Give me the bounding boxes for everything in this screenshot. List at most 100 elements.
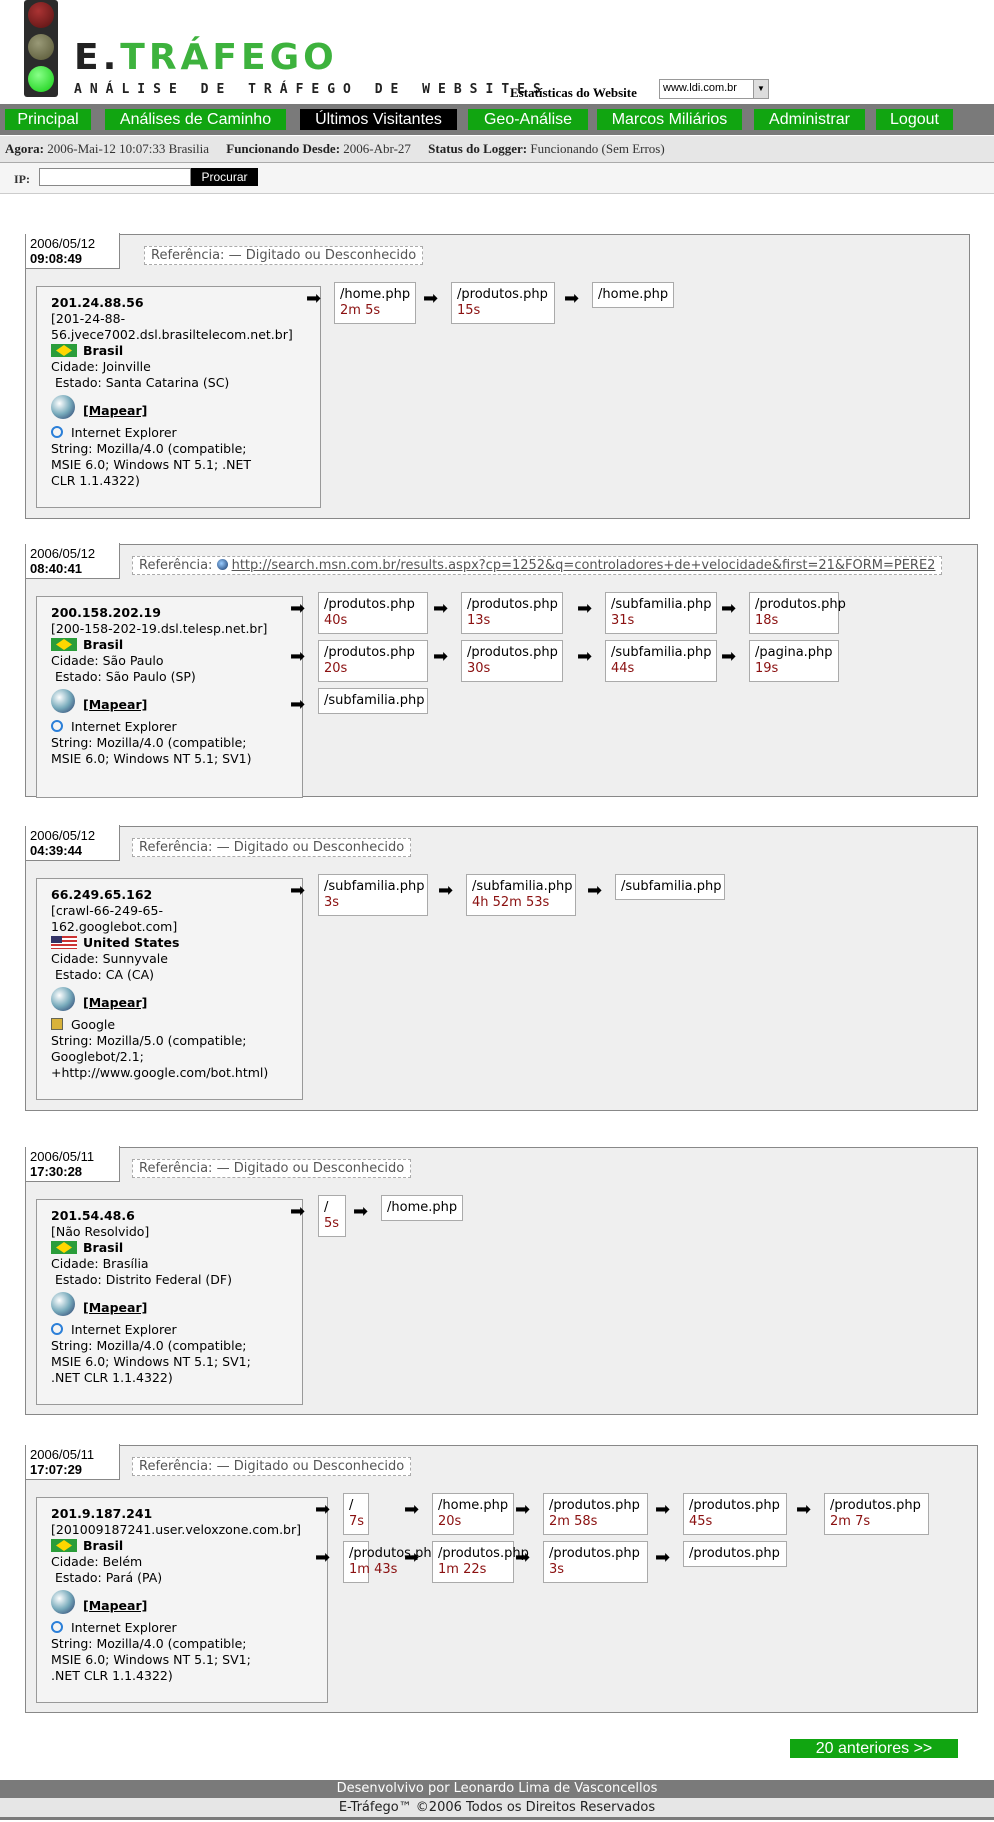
visited-page[interactable]: /home.php	[592, 282, 674, 308]
page-path: /produtos.php	[324, 597, 415, 612]
referrer-label: Referência:	[139, 1459, 213, 1474]
visited-page[interactable]: /produtos.php 45s	[683, 1493, 787, 1535]
page-duration: 2m 7s	[830, 1514, 871, 1529]
visitor-state: Estado: São Paulo (SP)	[51, 669, 196, 684]
page-duration: 5s	[324, 1216, 340, 1231]
visited-page[interactable]: /produtos.php	[683, 1541, 787, 1567]
page-path: /subfamilia.php	[324, 879, 425, 894]
visit-date: 2006/05/12	[30, 236, 96, 251]
user-agent-line: String: Mozilla/4.0 (compatible;	[51, 441, 247, 456]
visited-page[interactable]: /7s	[343, 1493, 369, 1535]
visited-page[interactable]: /home.php 20s	[432, 1493, 514, 1535]
visited-page[interactable]: /subfamilia.php	[318, 688, 428, 714]
visitor-browser: Internet Explorer	[71, 425, 177, 440]
visited-page[interactable]: /produtos.php 1m 43s	[343, 1541, 440, 1583]
page-duration: 1m 22s	[438, 1562, 487, 1577]
visitor-ip[interactable]: 201.9.187.241	[51, 1506, 313, 1522]
nav-analises-de-caminho[interactable]: Análises de Caminho	[105, 109, 286, 130]
visited-page[interactable]: /produtos.php 2m 58s	[543, 1493, 648, 1535]
visitor-info: 66.249.65.162 [crawl-66-249-65- 162.google…	[36, 878, 303, 1100]
map-link[interactable]: [Mapear]	[83, 697, 147, 712]
visited-page[interactable]: /pagina.php 19s	[749, 640, 839, 682]
user-agent-line: .NET CLR 1.1.4322)	[51, 1668, 173, 1683]
visited-page[interactable]: /subfamilia.php	[615, 874, 725, 900]
visit-time: 08:40:41	[30, 561, 83, 576]
referrer[interactable]: Referência: http://search.msn.com.br/res…	[132, 556, 943, 575]
visited-page[interactable]: /home.php	[381, 1195, 463, 1221]
visited-page[interactable]: /produtos.php 40s	[318, 592, 428, 634]
page-duration: 30s	[467, 661, 491, 676]
visited-page[interactable]: /5s	[318, 1195, 346, 1237]
visitor-browser: Internet Explorer	[71, 719, 177, 734]
globe-icon[interactable]	[51, 395, 75, 419]
arrow-right-icon: ➡	[315, 1499, 331, 1520]
page-duration: 19s	[755, 661, 779, 676]
nav-marcos-miliarios[interactable]: Marcos Miliários	[597, 109, 742, 130]
tagline: ANÁLISE DE TRÁFEGO DE WEBSITES	[74, 82, 549, 97]
map-link[interactable]: [Mapear]	[83, 1300, 147, 1315]
page-path: /subfamilia.php	[611, 645, 712, 660]
visited-page[interactable]: /produtos.php 15s	[451, 282, 555, 324]
visited-page[interactable]: /produtos.php 18s	[749, 592, 846, 634]
search-button[interactable]: Procurar	[191, 168, 258, 186]
arrow-right-icon: ➡	[315, 1547, 331, 1568]
visited-page[interactable]: /subfamilia.php 4h 52m 53s	[466, 874, 576, 916]
globe-icon[interactable]	[51, 1292, 75, 1316]
page-path: /subfamilia.php	[324, 693, 425, 708]
user-agent-line: MSIE 6.0; Windows NT 5.1; SV1;	[51, 1354, 251, 1369]
visited-page[interactable]: /produtos.php 2m 7s	[824, 1493, 929, 1535]
user-agent-line: String: Mozilla/5.0 (compatible;	[51, 1033, 247, 1048]
visit-date: 2006/05/11	[30, 1447, 95, 1462]
user-agent-line: String: Mozilla/4.0 (compatible;	[51, 735, 247, 750]
nav-principal[interactable]: Principal	[5, 109, 91, 130]
internet-explorer-icon	[51, 720, 63, 732]
arrow-right-icon: ➡	[404, 1499, 420, 1520]
map-link[interactable]: [Mapear]	[83, 403, 147, 418]
visitor-ip[interactable]: 200.158.202.19	[51, 605, 288, 621]
visited-page[interactable]: /subfamilia.php 44s	[605, 640, 717, 682]
nav-logout[interactable]: Logout	[876, 109, 953, 130]
nav-administrar[interactable]: Administrar	[754, 109, 865, 130]
globe-icon[interactable]	[51, 987, 75, 1011]
page-path: /produtos.php	[324, 645, 415, 660]
visited-page[interactable]: /produtos.php 20s	[318, 640, 428, 682]
visited-page[interactable]: /produtos.php 30s	[461, 640, 563, 682]
ip-input[interactable]	[39, 168, 191, 186]
since-value: 2006-Abr-27	[343, 141, 411, 156]
arrow-right-icon: ➡	[587, 880, 603, 901]
visited-page[interactable]: /produtos.php 13s	[461, 592, 563, 634]
visited-page[interactable]: /produtos.php 1m 22s	[432, 1541, 529, 1583]
referrer-link[interactable]: http://search.msn.com.br/results.aspx?cp…	[232, 558, 936, 573]
nav-ultimos-visitantes[interactable]: Últimos Visitantes	[300, 109, 457, 130]
visitor-ip[interactable]: 66.249.65.162	[51, 887, 288, 903]
visit-time: 17:07:29	[30, 1462, 83, 1477]
website-select[interactable]: www.ldi.com.br ▼	[659, 79, 769, 99]
map-link[interactable]: [Mapear]	[83, 1598, 147, 1613]
visit-time: 17:30:28	[30, 1164, 83, 1179]
visited-page[interactable]: /home.php 2m 5s	[334, 282, 416, 324]
visited-page[interactable]: /produtos.php 3s	[543, 1541, 648, 1583]
page-duration: 13s	[467, 613, 491, 628]
globe-icon[interactable]	[51, 1590, 75, 1614]
visit-entry: Referência: — Digitado ou Desconhecido 20…	[25, 234, 970, 519]
us-flag-icon	[51, 936, 77, 949]
referrer-label: Referência:	[139, 1161, 213, 1176]
visitor-browser: Google	[71, 1017, 116, 1032]
brazil-flag-icon	[51, 1539, 77, 1552]
arrow-right-icon: ➡	[433, 598, 449, 619]
map-link[interactable]: [Mapear]	[83, 995, 147, 1010]
user-agent-line: MSIE 6.0; Windows NT 5.1; SV1)	[51, 751, 252, 766]
visitor-info: 201.9.187.241 [201009187241.user.veloxzon…	[36, 1497, 328, 1703]
visited-page[interactable]: /subfamilia.php 3s	[318, 874, 428, 916]
arrow-right-icon: ➡	[577, 598, 593, 619]
nav-geo-analise[interactable]: Geo-Análise	[468, 109, 588, 130]
visit-entry: Referência: — Digitado ou Desconhecido 66…	[25, 826, 978, 1111]
visitor-ip[interactable]: 201.54.48.6	[51, 1208, 288, 1224]
arrow-right-icon: ➡	[290, 880, 306, 901]
referrer-value: — Digitado ou Desconhecido	[216, 1161, 405, 1176]
globe-icon	[216, 559, 228, 570]
globe-icon[interactable]	[51, 689, 75, 713]
older-visitors-button[interactable]: 20 anteriores >>	[790, 1739, 958, 1758]
visited-page[interactable]: /subfamilia.php 31s	[605, 592, 717, 634]
visitor-ip[interactable]: 201.24.88.56	[51, 295, 306, 311]
